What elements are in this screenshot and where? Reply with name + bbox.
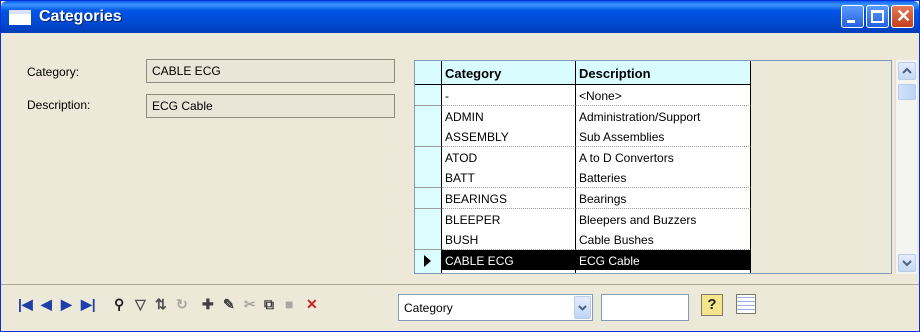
chevron-up-icon bbox=[902, 67, 912, 74]
window-icon bbox=[9, 10, 31, 25]
description-label: Description: bbox=[27, 98, 91, 112]
cell-description[interactable]: A to D Convertors bbox=[576, 146, 751, 168]
chevron-down-icon bbox=[902, 260, 912, 267]
close-button[interactable]: ✕ bbox=[891, 5, 914, 28]
find-icon[interactable]: ⚲ bbox=[114, 296, 124, 312]
categories-window: Categories ✕ Category: CABLE ECG Descrip… bbox=[0, 0, 920, 332]
minimize-button[interactable] bbox=[841, 5, 864, 28]
column-header-description[interactable]: Description bbox=[576, 61, 751, 85]
grid-vertical-scrollbar[interactable] bbox=[895, 60, 917, 274]
table-row[interactable]: ASSEMBLY Sub Assemblies bbox=[415, 126, 751, 148]
row-selector[interactable] bbox=[415, 105, 442, 127]
cell-description[interactable]: Bleepers and Buzzers bbox=[576, 208, 751, 230]
cell-description[interactable]: EHT Cable bbox=[576, 270, 751, 273]
cell-category[interactable]: ATOD bbox=[442, 146, 576, 168]
row-selector[interactable] bbox=[415, 229, 442, 251]
row-selector[interactable] bbox=[415, 188, 442, 209]
category-label: Category: bbox=[27, 65, 80, 79]
filter-icon[interactable]: ▽ bbox=[135, 296, 146, 312]
cell-description[interactable]: Administration/Support bbox=[576, 105, 751, 127]
cell-category[interactable]: BATT bbox=[442, 167, 576, 189]
cell-description[interactable]: Sub Assemblies bbox=[576, 126, 751, 148]
grid-header: Category Description bbox=[415, 61, 751, 85]
delete-icon[interactable]: ✕ bbox=[306, 296, 318, 312]
column-header-category[interactable]: Category bbox=[442, 61, 576, 85]
row-selector[interactable] bbox=[415, 146, 442, 168]
refresh-icon[interactable]: ↻ bbox=[176, 296, 188, 312]
cell-description[interactable]: Cable Bushes bbox=[576, 229, 751, 251]
window-title: Categories bbox=[39, 8, 122, 25]
edit-record-icon[interactable]: ✎ bbox=[223, 296, 235, 312]
cell-category[interactable]: ADMIN bbox=[442, 105, 576, 127]
title-bar[interactable]: Categories ✕ bbox=[1, 1, 919, 33]
row-selector[interactable] bbox=[415, 85, 442, 106]
row-selector[interactable] bbox=[415, 208, 442, 230]
table-row[interactable]: BEARINGS Bearings bbox=[415, 188, 751, 209]
table-row[interactable]: - <None> bbox=[415, 85, 751, 106]
cell-category[interactable]: ASSEMBLY bbox=[442, 126, 576, 148]
table-row[interactable]: CABLE ECG ECG Cable bbox=[415, 249, 751, 271]
first-record-icon[interactable]: |◀ bbox=[18, 296, 33, 312]
add-record-icon[interactable]: ✚ bbox=[202, 296, 214, 312]
row-selector[interactable] bbox=[415, 270, 442, 273]
search-field-select[interactable]: Category bbox=[398, 294, 593, 321]
cell-category[interactable]: CABLE ECG bbox=[442, 249, 576, 271]
last-record-icon[interactable]: ▶| bbox=[81, 296, 96, 312]
row-selector[interactable] bbox=[415, 126, 442, 148]
copy-icon[interactable]: ⧉ bbox=[264, 296, 274, 312]
cell-category[interactable]: BEARINGS bbox=[442, 188, 576, 209]
grid-view-icon[interactable] bbox=[736, 294, 756, 314]
cell-category[interactable]: CABLE EHT bbox=[442, 270, 576, 273]
cut-icon[interactable]: ✂ bbox=[244, 296, 256, 312]
row-selector[interactable] bbox=[415, 249, 442, 271]
dropdown-button[interactable] bbox=[574, 296, 591, 319]
cell-description[interactable]: Batteries bbox=[576, 167, 751, 189]
current-row-arrow-icon bbox=[424, 254, 431, 267]
search-text-input[interactable] bbox=[601, 294, 689, 321]
row-selector[interactable] bbox=[415, 167, 442, 189]
save-icon[interactable]: ■ bbox=[285, 296, 293, 312]
row-selector-header bbox=[415, 61, 442, 85]
maximize-button[interactable] bbox=[866, 5, 889, 28]
table-row[interactable]: CABLE EHTEHT Cable bbox=[415, 270, 751, 273]
cell-description[interactable]: ECG Cable bbox=[576, 249, 751, 271]
cell-category[interactable]: - bbox=[442, 85, 576, 106]
help-icon[interactable]: ? bbox=[701, 294, 723, 316]
chevron-down-icon bbox=[578, 305, 587, 311]
categories-grid[interactable]: Category Description - <None> ADMIN Adminis… bbox=[414, 60, 892, 274]
navigation-toolbar: |◀ ◀ ▶ ▶| ⚲ ▽ ⇅ ↻ ✚ ✎ ✂ ⧉ ■ ✕ Category ? bbox=[1, 284, 919, 331]
close-icon: ✕ bbox=[896, 6, 912, 26]
scroll-up-button[interactable] bbox=[898, 62, 916, 80]
sort-icon[interactable]: ⇅ bbox=[155, 296, 167, 312]
previous-record-icon[interactable]: ◀ bbox=[41, 296, 52, 312]
cell-description[interactable]: Bearings bbox=[576, 188, 751, 209]
table-row[interactable]: BATT Batteries bbox=[415, 167, 751, 189]
description-field[interactable]: ECG Cable bbox=[146, 94, 395, 118]
table-row[interactable]: ADMIN Administration/Support bbox=[415, 105, 751, 127]
search-field-value: Category bbox=[404, 301, 453, 315]
cell-category[interactable]: BLEEPER bbox=[442, 208, 576, 230]
scroll-thumb[interactable] bbox=[898, 84, 916, 100]
table-row[interactable]: BUSH Cable Bushes bbox=[415, 229, 751, 251]
cell-category[interactable]: BUSH bbox=[442, 229, 576, 251]
next-record-icon[interactable]: ▶ bbox=[61, 296, 72, 312]
table-row[interactable]: BLEEPER Bleepers and Buzzers bbox=[415, 208, 751, 230]
scroll-down-button[interactable] bbox=[898, 254, 916, 272]
cell-description[interactable]: <None> bbox=[576, 85, 751, 106]
category-field[interactable]: CABLE ECG bbox=[146, 59, 395, 83]
table-row[interactable]: ATOD A to D Convertors bbox=[415, 146, 751, 168]
